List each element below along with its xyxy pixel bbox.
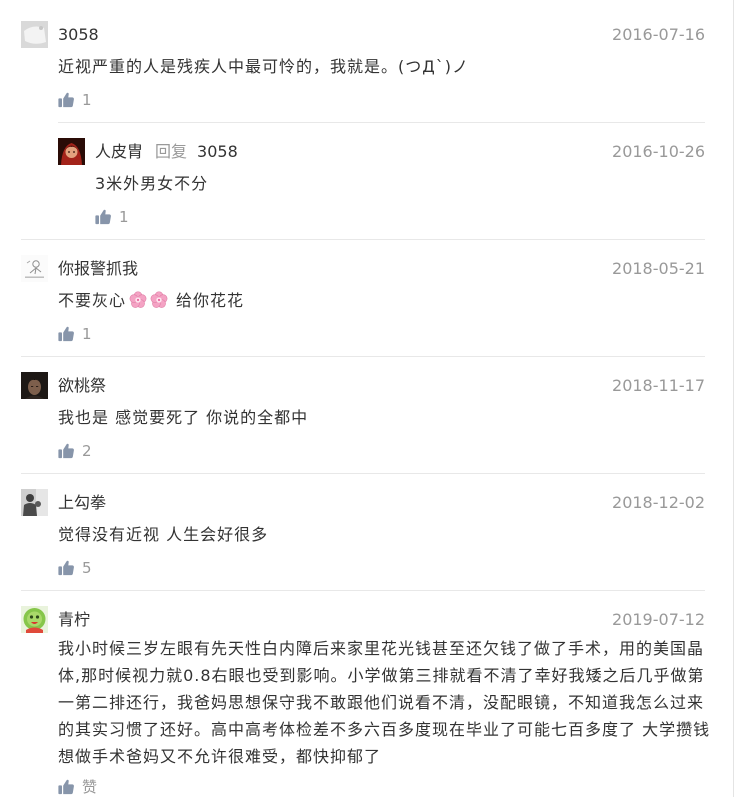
comment-header: 欲桃祭 2018-11-17 xyxy=(21,372,705,399)
username[interactable]: 3058 xyxy=(58,21,99,48)
comment-date: 2018-12-02 xyxy=(612,493,705,512)
comment-text-segment: 给你花花 xyxy=(176,291,245,310)
thumbs-up-icon[interactable] xyxy=(58,443,74,459)
comment: 上勾拳 2018-12-02 觉得没有近视 人生会好很多 5 xyxy=(21,474,705,590)
comment-thread: 3058 2016-07-16 近视严重的人是残疾人中最可怜的，我就是。(つД`… xyxy=(21,6,705,240)
comment-body: 我也是 感觉要死了 你说的全都中 2 xyxy=(58,404,705,460)
comment-header: 青柠 2019-07-12 xyxy=(21,606,705,633)
comment-date: 2018-11-17 xyxy=(612,376,705,395)
user-avatar[interactable] xyxy=(21,21,48,48)
like-count: 2 xyxy=(82,442,92,460)
comment-thread: 上勾拳 2018-12-02 觉得没有近视 人生会好很多 5 xyxy=(21,474,705,591)
comment-thread: 青柠 2019-07-12 我小时候三岁左眼有先天性白内障后来家里花光钱甚至还欠… xyxy=(21,591,709,796)
comment-thread: 你报警抓我 2018-05-21 不要灰心 给你花花 1 xyxy=(21,240,705,357)
comment-text-segment: 不要灰心 xyxy=(58,291,127,310)
like-count: 1 xyxy=(82,325,92,343)
user-avatar[interactable] xyxy=(21,255,48,282)
reply-label: 回复 xyxy=(155,142,188,161)
like-count: 1 xyxy=(119,208,129,226)
thumbs-up-icon[interactable] xyxy=(58,560,74,576)
like-button[interactable]: 赞 xyxy=(58,778,705,796)
username[interactable]: 你报警抓我 xyxy=(58,255,138,282)
thumbs-up-icon[interactable] xyxy=(95,209,111,225)
comment: 你报警抓我 2018-05-21 不要灰心 给你花花 1 xyxy=(21,240,705,356)
comment-body: 不要灰心 给你花花 1 xyxy=(58,287,705,343)
comment-text: 不要灰心 给你花花 xyxy=(58,287,713,314)
cherry-blossom-icon xyxy=(129,291,147,309)
reply: 人皮胄 回复 3058 2016-10-26 3米外男女不分 1 xyxy=(58,122,705,239)
reply-to-username[interactable]: 3058 xyxy=(197,138,238,165)
comment-header: 你报警抓我 2018-05-21 xyxy=(21,255,705,282)
thumbs-up-icon[interactable] xyxy=(58,326,74,342)
username[interactable]: 青柠 xyxy=(58,606,90,633)
user-avatar[interactable] xyxy=(21,372,48,399)
comment-date: 2019-07-12 xyxy=(612,610,705,629)
comment-text: 我也是 感觉要死了 你说的全都中 xyxy=(58,408,309,427)
reply-header: 人皮胄 回复 3058 2016-10-26 xyxy=(58,138,705,165)
comment-header: 3058 2016-07-16 xyxy=(21,21,705,48)
comment-date: 2016-07-16 xyxy=(612,25,705,44)
thumbs-up-icon[interactable] xyxy=(58,92,74,108)
thumbs-up-icon[interactable] xyxy=(58,779,74,795)
comment-text: 我小时候三岁左眼有先天性白内障后来家里花光钱甚至还欠钱了做了手术，用的美国晶体,… xyxy=(58,639,711,766)
comment-text: 近视严重的人是残疾人中最可怜的，我就是。(つД`)ノ xyxy=(58,57,469,76)
like-button[interactable]: 1 xyxy=(58,91,705,109)
user-avatar[interactable] xyxy=(21,489,48,516)
username[interactable]: 上勾拳 xyxy=(58,489,106,516)
comment-list: 3058 2016-07-16 近视严重的人是残疾人中最可怜的，我就是。(つД`… xyxy=(21,6,709,796)
like-button[interactable]: 1 xyxy=(95,208,705,226)
comment: 青柠 2019-07-12 我小时候三岁左眼有先天性白内障后来家里花光钱甚至还欠… xyxy=(21,591,709,796)
reply-list: 人皮胄 回复 3058 2016-10-26 3米外男女不分 1 xyxy=(58,122,705,239)
comment-header: 上勾拳 2018-12-02 xyxy=(21,489,705,516)
reply-body: 3米外男女不分 1 xyxy=(95,170,705,226)
reply-date: 2016-10-26 xyxy=(612,142,705,161)
comment-body: 我小时候三岁左眼有先天性白内障后来家里花光钱甚至还欠钱了做了手术，用的美国晶体,… xyxy=(58,635,709,796)
user-avatar[interactable] xyxy=(21,606,48,633)
comment-text: 觉得没有近视 人生会好很多 xyxy=(58,525,269,544)
comment-date: 2018-05-21 xyxy=(612,259,705,278)
comment: 欲桃祭 2018-11-17 我也是 感觉要死了 你说的全都中 2 xyxy=(21,357,705,473)
comment-body: 近视严重的人是残疾人中最可怜的，我就是。(つД`)ノ 1 xyxy=(58,53,705,109)
comment-thread: 欲桃祭 2018-11-17 我也是 感觉要死了 你说的全都中 2 xyxy=(21,357,705,474)
comment-body: 觉得没有近视 人生会好很多 5 xyxy=(58,521,705,577)
username[interactable]: 人皮胄 xyxy=(95,138,143,165)
comment: 3058 2016-07-16 近视严重的人是残疾人中最可怜的，我就是。(つД`… xyxy=(21,6,705,122)
like-button[interactable]: 5 xyxy=(58,559,705,577)
like-label: 赞 xyxy=(82,778,98,796)
cherry-blossom-icon xyxy=(150,291,168,309)
like-count: 5 xyxy=(82,559,92,577)
like-count: 1 xyxy=(82,91,92,109)
user-avatar[interactable] xyxy=(58,138,85,165)
username[interactable]: 欲桃祭 xyxy=(58,372,106,399)
like-button[interactable]: 2 xyxy=(58,442,705,460)
like-button[interactable]: 1 xyxy=(58,325,705,343)
reply-text: 3米外男女不分 xyxy=(95,174,209,193)
